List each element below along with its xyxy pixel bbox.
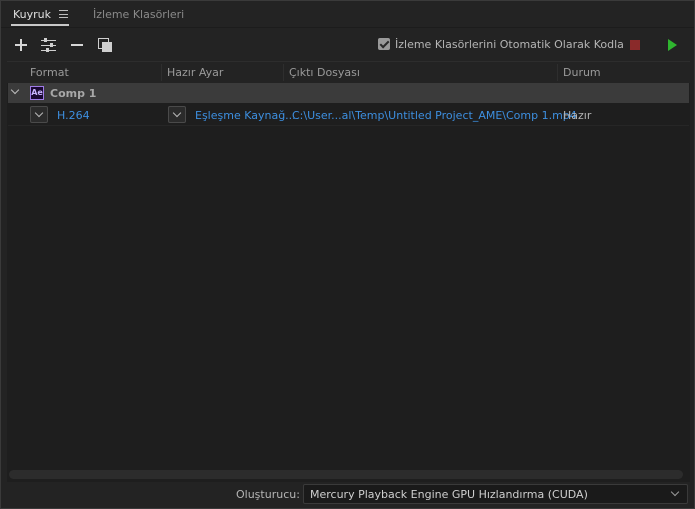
- queue-item-name: Comp 1: [50, 87, 97, 100]
- queue-toolbar: İzleme Klasörlerini Otomatik Olarak Kodl…: [1, 29, 694, 61]
- column-header-output[interactable]: Çıktı Dosyası: [289, 66, 360, 79]
- column-divider[interactable]: [283, 64, 284, 81]
- status-text: Hazır: [563, 109, 592, 122]
- add-output-button[interactable]: [40, 37, 56, 53]
- column-divider[interactable]: [557, 64, 558, 81]
- renderer-value: Mercury Playback Engine GPU Hızlandırma …: [310, 488, 588, 501]
- chevron-down-icon: [670, 487, 680, 497]
- queue-item-row[interactable]: Ae Comp 1: [8, 83, 689, 103]
- queue-table: Format Hazır Ayar Çıktı Dosyası Durum Ae…: [7, 61, 690, 482]
- panel-menu-icon[interactable]: [59, 10, 68, 18]
- horizontal-scrollbar[interactable]: [9, 470, 683, 479]
- column-header-status[interactable]: Durum: [563, 66, 601, 79]
- tab-queue[interactable]: Kuyruk: [13, 8, 51, 21]
- column-divider[interactable]: [161, 64, 162, 81]
- column-header-format[interactable]: Format: [30, 66, 69, 79]
- format-dropdown-button[interactable]: [30, 106, 48, 123]
- add-source-button[interactable]: [13, 37, 29, 53]
- panel-tab-bar: Kuyruk İzleme Klasörleri: [1, 1, 694, 29]
- renderer-label: Oluşturucu:: [236, 488, 300, 501]
- auto-encode-checkbox[interactable]: [378, 38, 390, 50]
- preset-dropdown-button[interactable]: [168, 106, 186, 123]
- renderer-bar: Oluşturucu: Mercury Playback Engine GPU …: [1, 482, 694, 508]
- format-link[interactable]: H.264: [57, 109, 90, 122]
- active-tab-indicator: [11, 24, 69, 26]
- tab-divider: [1, 27, 694, 28]
- renderer-select[interactable]: Mercury Playback Engine GPU Hızlandırma …: [303, 484, 688, 504]
- duplicate-button[interactable]: [97, 37, 113, 53]
- output-file-link[interactable]: C:\User...al\Temp\Untitled Project_AME\C…: [292, 109, 577, 122]
- column-header-preset[interactable]: Hazır Ayar: [167, 66, 223, 79]
- output-row[interactable]: H.264 Eşleşme Kaynağ... C:\User...al\Tem…: [8, 104, 689, 126]
- after-effects-icon: Ae: [30, 86, 44, 100]
- table-header-row: Format Hazır Ayar Çıktı Dosyası Durum: [7, 62, 690, 83]
- tab-watch-folders[interactable]: İzleme Klasörleri: [93, 8, 184, 21]
- start-queue-button[interactable]: [668, 39, 677, 51]
- chevron-down-icon[interactable]: [10, 85, 20, 95]
- remove-button[interactable]: [69, 37, 85, 53]
- auto-encode-label: İzleme Klasörlerini Otomatik Olarak Kodl…: [395, 38, 624, 51]
- queue-panel: Kuyruk İzleme Klasörleri İzleme Klasörle…: [0, 0, 695, 509]
- preset-link[interactable]: Eşleşme Kaynağ...: [195, 109, 296, 122]
- stop-queue-button[interactable]: [630, 40, 640, 50]
